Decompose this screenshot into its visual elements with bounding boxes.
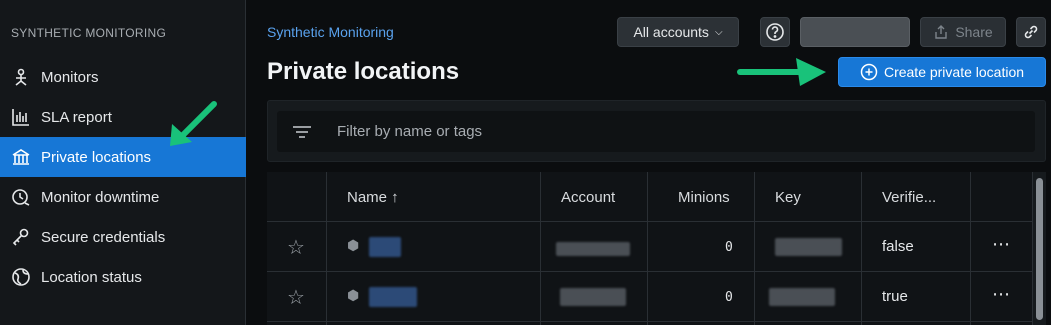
user-menu-button[interactable] — [800, 17, 910, 47]
sidebar-item-monitor-downtime[interactable]: Monitor downtime — [0, 177, 246, 217]
table-scrollbar[interactable] — [1032, 172, 1046, 325]
create-private-location-button[interactable]: Create private location — [838, 57, 1046, 87]
annotation-arrow-create — [737, 58, 826, 86]
sidebar-item-label: Location status — [41, 268, 142, 286]
globe-icon — [10, 266, 32, 288]
minions-count: 0 — [725, 290, 733, 305]
create-button-label: Create private location — [883, 64, 1025, 80]
column-header-account[interactable]: Account — [561, 189, 615, 206]
column-header-name[interactable]: Name ↑ — [347, 189, 399, 206]
monitor-icon — [10, 66, 32, 88]
building-icon — [10, 146, 32, 168]
scrollbar-thumb[interactable] — [1036, 178, 1043, 320]
table-row[interactable]: ☆ ⬢ 0 true ⋯ — [267, 272, 1032, 322]
column-header-verified[interactable]: Verifie... — [882, 189, 936, 206]
row-actions-menu-icon[interactable]: ⋯ — [992, 284, 1010, 305]
help-icon — [766, 23, 784, 41]
annotation-arrow-sidebar — [170, 101, 217, 146]
sidebar-item-label: Monitors — [41, 68, 99, 86]
redacted-account — [556, 242, 630, 256]
filter-icon — [293, 125, 311, 138]
sidebar-item-label: SLA report — [41, 108, 112, 126]
star-icon[interactable]: ☆ — [287, 235, 305, 260]
table-row[interactable]: ☆ ⬢ 0 false ⋯ — [267, 222, 1032, 272]
key-icon — [10, 226, 32, 248]
sidebar-item-label: Secure credentials — [41, 228, 166, 246]
bar-chart-icon — [10, 106, 32, 128]
minions-count: 0 — [725, 240, 733, 255]
column-header-minions[interactable]: Minions — [678, 189, 730, 206]
help-button[interactable] — [760, 17, 790, 47]
clock-icon — [10, 186, 32, 208]
hexagon-status-icon: ⬢ — [347, 287, 360, 303]
hexagon-status-icon: ⬢ — [347, 237, 360, 253]
redacted-name[interactable] — [369, 237, 401, 257]
filter-input[interactable]: Filter by name or tags — [277, 111, 1035, 152]
account-selector[interactable]: All accounts ⌵ — [617, 17, 739, 47]
row-actions-menu-icon[interactable]: ⋯ — [992, 234, 1010, 255]
sidebar-item-secure-credentials[interactable]: Secure credentials — [0, 217, 246, 257]
sidebar: SYNTHETIC MONITORING Monitors SLA report… — [0, 0, 246, 325]
sidebar-item-monitors[interactable]: Monitors — [0, 57, 246, 97]
account-selector-label: All accounts — [633, 24, 709, 40]
verified-value: false — [882, 238, 914, 255]
share-icon — [935, 25, 948, 39]
share-label: Share — [955, 24, 993, 40]
locations-table: Name ↑ Account Minions Key Verifie... ☆ … — [267, 172, 1032, 325]
page-title: Private locations — [267, 58, 460, 85]
sidebar-item-label: Monitor downtime — [41, 188, 160, 206]
copy-link-button[interactable] — [1016, 17, 1046, 47]
column-header-key[interactable]: Key — [775, 189, 801, 206]
link-icon — [1024, 25, 1038, 39]
chevron-down-icon: ⌵ — [714, 26, 723, 38]
redacted-key — [775, 238, 842, 256]
redacted-key — [769, 288, 835, 306]
redacted-account — [560, 288, 626, 306]
redacted-name[interactable] — [369, 287, 417, 307]
breadcrumb[interactable]: Synthetic Monitoring — [267, 24, 394, 40]
plus-circle-icon — [860, 63, 878, 81]
sidebar-item-location-status[interactable]: Location status — [0, 257, 246, 297]
verified-value: true — [882, 288, 908, 305]
share-button[interactable]: Share — [920, 17, 1006, 47]
star-icon[interactable]: ☆ — [287, 285, 305, 310]
table-header: Name ↑ Account Minions Key Verifie... — [267, 172, 1032, 222]
sidebar-heading: SYNTHETIC MONITORING — [11, 26, 167, 40]
sidebar-item-label: Private locations — [41, 148, 152, 166]
filter-placeholder: Filter by name or tags — [337, 123, 483, 140]
